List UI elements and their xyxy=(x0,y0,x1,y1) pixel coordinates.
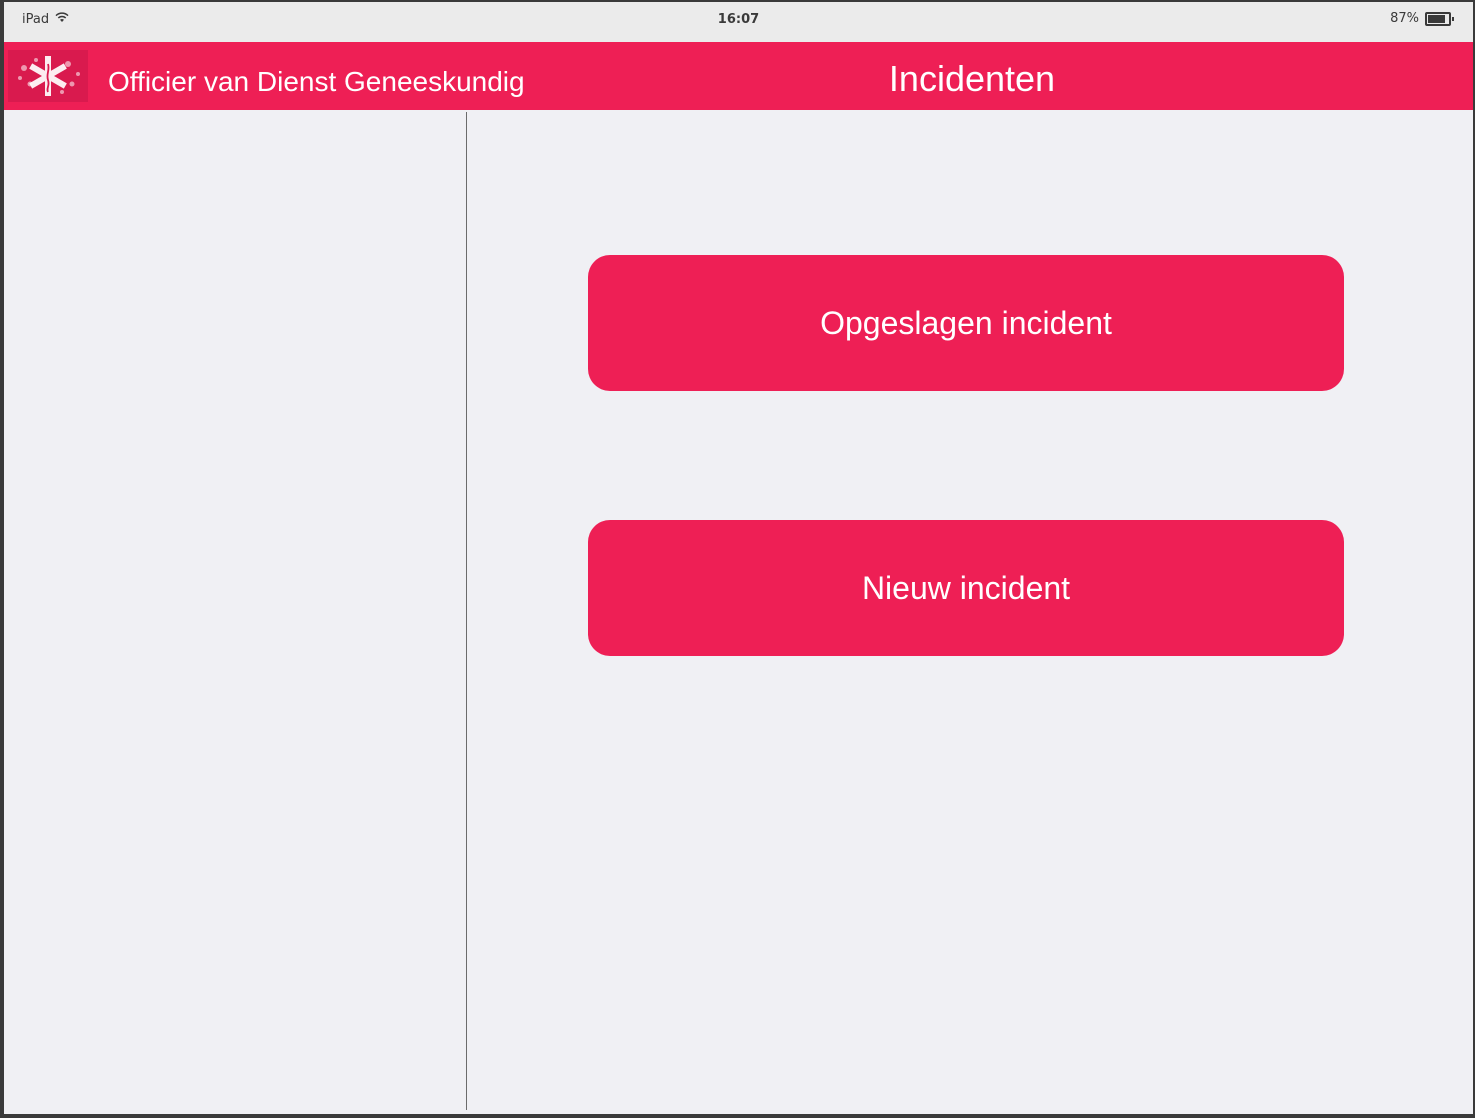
saved-incident-button[interactable]: Opgeslagen incident xyxy=(588,255,1344,391)
app-header: Officier van Dienst Geneeskundig Inciden… xyxy=(4,42,1473,110)
page-title: Incidenten xyxy=(888,58,1056,99)
app-title: Officier van Dienst Geneeskundig xyxy=(108,66,525,97)
status-bar: iPad 16:07 87% xyxy=(4,2,1473,42)
master-pane xyxy=(4,110,466,1114)
status-right: 87% xyxy=(1390,11,1454,26)
battery-percentage: 87% xyxy=(1390,11,1419,26)
new-incident-button[interactable]: Nieuw incident xyxy=(588,520,1344,656)
star-of-life-logo xyxy=(8,50,88,102)
battery-icon xyxy=(1425,11,1454,26)
detail-pane: Opgeslagen incident Nieuw incident xyxy=(467,110,1473,1114)
battery-fill xyxy=(1428,14,1445,23)
status-time: 16:07 xyxy=(717,12,760,27)
ipad-screen: iPad 16:07 87% Officier van Dienst Genee… xyxy=(4,2,1473,1114)
